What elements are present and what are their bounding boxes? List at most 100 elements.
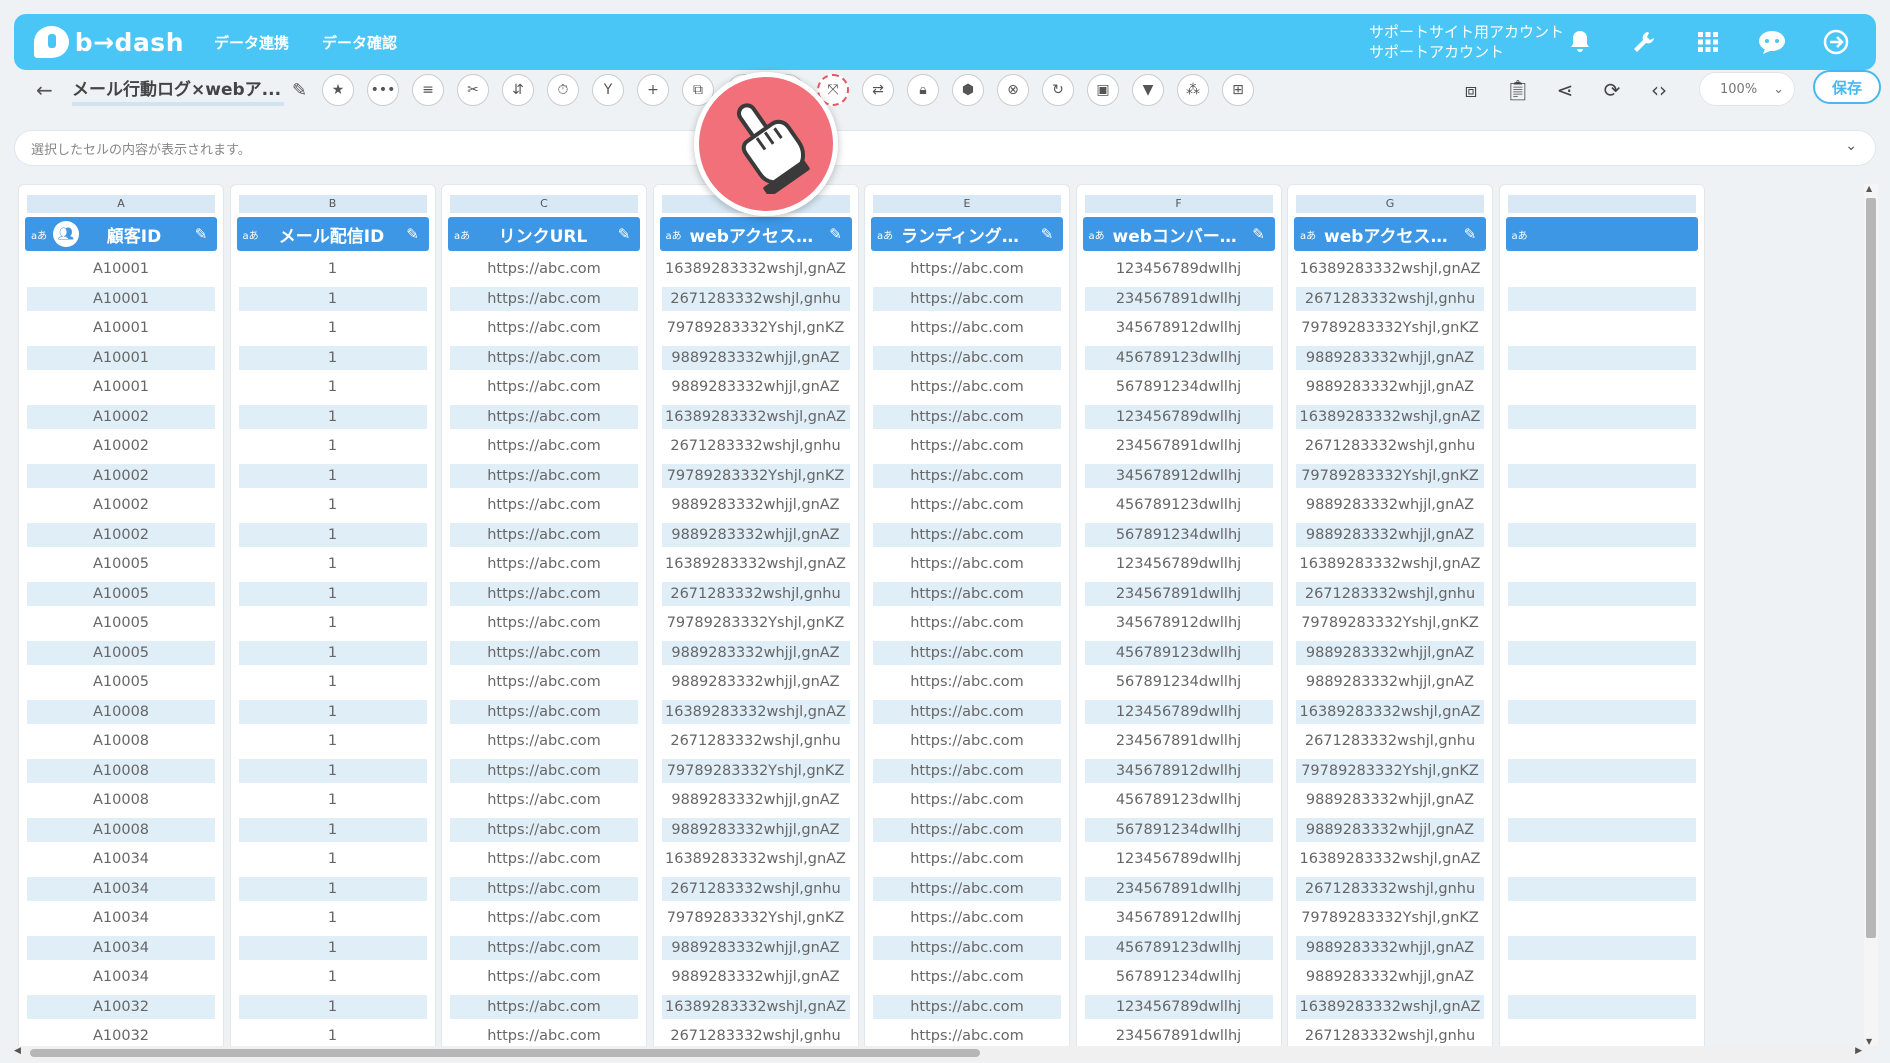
clipboard-icon[interactable]: 📋︎ bbox=[1502, 74, 1534, 106]
table-cell[interactable]: 1 bbox=[238, 404, 427, 429]
table-cell[interactable]: https://abc.com bbox=[450, 581, 638, 606]
column-letter[interactable]: E bbox=[873, 195, 1061, 213]
table-cell[interactable] bbox=[1508, 375, 1696, 400]
table-cell[interactable] bbox=[1507, 699, 1696, 724]
table-cell[interactable]: 1 bbox=[238, 463, 427, 488]
share-icon[interactable]: ⋖ bbox=[1549, 74, 1581, 106]
table-cell[interactable]: 1 bbox=[239, 257, 427, 282]
table-cell[interactable]: 9889283332whjjl,gnAZ bbox=[1296, 670, 1484, 695]
table-cell[interactable]: 2671283332wshjl,gnhu bbox=[1296, 729, 1484, 754]
group-icon[interactable]: ⁂ bbox=[1177, 74, 1209, 106]
column-header[interactable]: aあ 👥︎ 顧客ID ✎ bbox=[25, 217, 217, 251]
table-cell[interactable] bbox=[1507, 758, 1696, 783]
table-cell[interactable] bbox=[1507, 994, 1696, 1019]
table-cell[interactable]: A10001 bbox=[27, 375, 215, 400]
table-cell[interactable]: 567891234dwllhj bbox=[1085, 375, 1273, 400]
table-cell[interactable]: https://abc.com bbox=[450, 906, 638, 931]
table-cell[interactable]: A10008 bbox=[27, 699, 215, 724]
apps-grid-icon[interactable] bbox=[1688, 22, 1728, 62]
table-cell[interactable]: A10002 bbox=[27, 404, 215, 429]
table-cell[interactable]: 567891234dwllhj bbox=[1085, 670, 1273, 695]
table-cell[interactable]: 16389283332wshjl,gnAZ bbox=[662, 257, 850, 282]
table-cell[interactable] bbox=[1507, 935, 1696, 960]
table-cell[interactable]: 2671283332wshjl,gnhu bbox=[1296, 286, 1484, 311]
table-cell[interactable] bbox=[1508, 257, 1696, 282]
table-cell[interactable]: 234567891dwllhj bbox=[1085, 1024, 1273, 1046]
table-cell[interactable]: 1 bbox=[239, 611, 427, 636]
table-cell[interactable]: 16389283332wshjl,gnAZ bbox=[1296, 699, 1484, 724]
table-cell[interactable]: 9889283332whjjl,gnAZ bbox=[1296, 965, 1484, 990]
table-cell[interactable]: 1 bbox=[239, 729, 427, 754]
table-cell[interactable]: 1 bbox=[238, 286, 427, 311]
table-cell[interactable]: 1 bbox=[238, 994, 427, 1019]
edit-column-pencil-icon[interactable]: ✎ bbox=[189, 225, 213, 243]
flow-icon[interactable]: ⧈ bbox=[1455, 74, 1487, 106]
column-header[interactable]: aあ メール配信ID ✎ bbox=[236, 217, 429, 251]
table-cell[interactable]: 16389283332wshjl,gnAZ bbox=[661, 994, 850, 1019]
table-cell[interactable]: 16389283332wshjl,gnAZ bbox=[1296, 994, 1484, 1019]
table-cell[interactable]: 456789123dwllhj bbox=[1084, 345, 1273, 370]
table-cell[interactable]: 1 bbox=[238, 817, 427, 842]
group-icon[interactable]: 👥︎ bbox=[53, 221, 79, 247]
logo[interactable]: b→dash bbox=[34, 26, 184, 58]
table-cell[interactable]: https://abc.com bbox=[450, 345, 638, 370]
table-cell[interactable]: A10001 bbox=[27, 316, 215, 341]
cell-content-bar[interactable]: 選択したセルの内容が表示されます。 ⌄ bbox=[14, 130, 1876, 166]
table-cell[interactable]: https://abc.com bbox=[873, 876, 1061, 901]
table-cell[interactable]: 1 bbox=[239, 375, 427, 400]
table-cell[interactable]: A10002 bbox=[27, 434, 215, 459]
table-cell[interactable]: A10005 bbox=[27, 670, 215, 695]
table-cell[interactable]: 16389283332wshjl,gnAZ bbox=[1296, 257, 1484, 282]
table-cell[interactable]: A10002 bbox=[27, 493, 215, 518]
table-cell[interactable]: https://abc.com bbox=[450, 876, 638, 901]
table-cell[interactable]: A10034 bbox=[27, 935, 215, 960]
table-cell[interactable]: 79789283332Yshjl,gnKZ bbox=[662, 906, 850, 931]
account-info[interactable]: サポートサイト用アカウント サポートアカウント bbox=[1369, 22, 1564, 62]
table-cell[interactable]: https://abc.com bbox=[873, 994, 1061, 1019]
table-cell[interactable]: 9889283332whjjl,gnAZ bbox=[1296, 817, 1484, 842]
table-cell[interactable]: https://abc.com bbox=[873, 522, 1061, 547]
scroll-right-icon[interactable]: ▶ bbox=[1855, 1046, 1862, 1056]
table-cell[interactable]: 9889283332whjjl,gnAZ bbox=[1296, 345, 1484, 370]
table-cell[interactable]: 1 bbox=[238, 758, 427, 783]
table-cell[interactable] bbox=[1508, 729, 1696, 754]
column-header[interactable]: aあランディングページ…✎ bbox=[871, 217, 1063, 251]
table-cell[interactable]: https://abc.com bbox=[873, 788, 1061, 813]
table-cell[interactable]: 1 bbox=[238, 345, 427, 370]
table-cell[interactable]: 9889283332whjjl,gnAZ bbox=[661, 522, 850, 547]
table-cell[interactable] bbox=[1507, 404, 1696, 429]
edit-column-pencil-icon[interactable]: ✎ bbox=[1247, 225, 1271, 243]
logout-icon[interactable] bbox=[1816, 22, 1856, 62]
table-cell[interactable]: https://abc.com bbox=[450, 1024, 638, 1046]
table-cell[interactable]: https://abc.com bbox=[873, 611, 1061, 636]
horizontal-scroll-thumb[interactable] bbox=[30, 1049, 980, 1057]
datafile-name[interactable]: メール行動ログ×webア... bbox=[72, 75, 284, 106]
table-cell[interactable]: https://abc.com bbox=[873, 817, 1061, 842]
table-cell[interactable]: https://abc.com bbox=[873, 965, 1061, 990]
table-cell[interactable]: 567891234dwllhj bbox=[1085, 965, 1273, 990]
table-cell[interactable]: https://abc.com bbox=[450, 699, 638, 724]
table-cell[interactable]: 1 bbox=[239, 906, 427, 931]
table-cell[interactable]: A10032 bbox=[27, 994, 215, 1019]
table-cell[interactable]: 2671283332wshjl,gnhu bbox=[1296, 434, 1484, 459]
table-cell[interactable]: https://abc.com bbox=[450, 316, 638, 341]
table-cell[interactable]: A10008 bbox=[27, 817, 215, 842]
table-cell[interactable]: 123456789dwllhj bbox=[1085, 257, 1273, 282]
column-letter[interactable]: C bbox=[450, 195, 638, 213]
table-cell[interactable]: 1 bbox=[239, 552, 427, 577]
table-cell[interactable]: https://abc.com bbox=[450, 640, 638, 665]
plus-icon[interactable]: + bbox=[637, 74, 669, 106]
table-cell[interactable]: https://abc.com bbox=[873, 935, 1061, 960]
table-cell[interactable]: 2671283332wshjl,gnhu bbox=[662, 1024, 850, 1046]
table-cell[interactable]: A10001 bbox=[27, 345, 215, 370]
table-cell[interactable]: 2671283332wshjl,gnhu bbox=[1296, 581, 1484, 606]
table-cell[interactable]: 79789283332Yshjl,gnKZ bbox=[1296, 906, 1484, 931]
table-cell[interactable] bbox=[1508, 493, 1696, 518]
filter-icon[interactable]: ▼ bbox=[1132, 74, 1164, 106]
table-cell[interactable]: https://abc.com bbox=[450, 522, 638, 547]
table-cell[interactable] bbox=[1507, 522, 1696, 547]
table-cell[interactable]: 79789283332Yshjl,gnKZ bbox=[661, 463, 850, 488]
table-cell[interactable]: https://abc.com bbox=[873, 375, 1061, 400]
table-cell[interactable]: 567891234dwllhj bbox=[1084, 817, 1273, 842]
table-cell[interactable]: 9889283332whjjl,gnAZ bbox=[662, 493, 850, 518]
